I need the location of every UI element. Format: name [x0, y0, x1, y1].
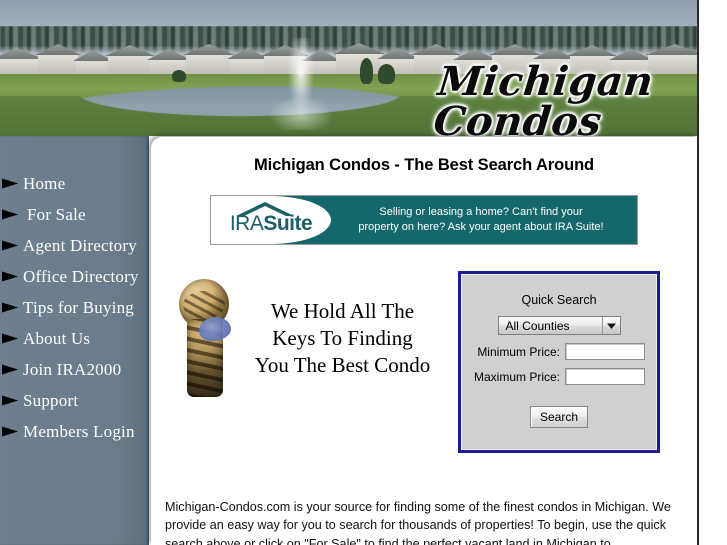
page-title: Michigan Condos - The Best Search Around [253, 156, 595, 174]
tagline-block: We Hold All The Keys To Finding You The … [165, 277, 440, 399]
sidebar-item-label: Join IRA2000 [23, 359, 122, 379]
sidebar-item-label: Office Directory [23, 266, 139, 286]
county-select-value: All Counties [505, 318, 570, 333]
sidebar-item-label: Members Login [23, 421, 135, 441]
sidebar-item-label: About Us [23, 328, 91, 348]
tagline-line-2: Keys To Finding [272, 325, 413, 350]
min-price-row: Minimum Price: [462, 343, 656, 360]
min-price-input[interactable] [565, 343, 645, 360]
sidebar-item-for-sale[interactable]: For Sale [0, 199, 149, 230]
tagline-line-3: You The Best Condo [254, 352, 431, 377]
page-frame: Michigan Condos Home For Sale Agent Dire… [0, 0, 699, 545]
sidebar-item-home[interactable]: Home [0, 168, 149, 199]
triangle-bullet-icon [2, 364, 19, 375]
sidebar-item-agent-directory[interactable]: Agent Directory [0, 230, 149, 261]
fountain [255, 38, 347, 130]
sidebar: Home For Sale Agent Directory Office Dir… [0, 136, 149, 545]
triangle-bullet-icon [2, 240, 19, 251]
promo-line-1: Selling or leasing a home? Can't find yo… [379, 206, 583, 218]
sidebar-item-label: For Sale [27, 204, 86, 224]
quick-search-box: Quick Search All Counties Minimum Price: [458, 271, 660, 453]
roof-chevron-icon [234, 201, 296, 217]
sidebar-item-about-us[interactable]: About Us [0, 323, 149, 354]
max-price-input[interactable] [565, 368, 645, 385]
sidebar-item-label: Tips for Buying [23, 297, 135, 317]
page-root: Michigan Condos Home For Sale Agent Dire… [0, 0, 727, 545]
keyhole-icon [177, 277, 235, 399]
shrub [378, 64, 395, 84]
ira-suite-promo-banner[interactable]: IRASuite Selling or leasing a home? Can'… [210, 195, 638, 245]
triangle-bullet-icon [2, 426, 19, 437]
county-select-row: All Counties [462, 316, 656, 335]
sidebar-item-support[interactable]: Support [0, 385, 149, 416]
intro-paragraph: Michigan-Condos.com is your source for f… [165, 499, 671, 545]
triangle-bullet-icon [2, 333, 19, 344]
site-logo: Michigan Condos [431, 58, 656, 136]
max-price-row: Maximum Price: [462, 368, 656, 385]
triangle-bullet-icon [2, 271, 19, 282]
triangle-bullet-icon [2, 395, 19, 406]
sidebar-item-tips-for-buying[interactable]: Tips for Buying [0, 292, 149, 323]
search-button-row: Search [462, 406, 656, 428]
triangle-bullet-icon [2, 178, 19, 189]
sidebar-item-label: Support [23, 390, 79, 410]
sidebar-item-join-ira2000[interactable]: Join IRA2000 [0, 354, 149, 385]
promo-line-2: property on here? Ask your agent about I… [358, 221, 604, 233]
sidebar-item-label: Home [23, 173, 66, 193]
ira-suite-logo: IRASuite [211, 196, 331, 244]
tagline-text: We Hold All The Keys To Finding You The … [235, 298, 440, 379]
evergreen-tree [360, 58, 373, 84]
tagline-line-1: We Hold All The [270, 298, 415, 323]
max-price-label: Maximum Price: [473, 369, 560, 384]
quick-search-title: Quick Search [521, 293, 597, 307]
sidebar-item-label: Agent Directory [23, 235, 137, 255]
header-banner: Michigan Condos [0, 0, 697, 136]
promo-message: Selling or leasing a home? Can't find yo… [331, 196, 637, 244]
sidebar-nav-list: Home For Sale Agent Directory Office Dir… [0, 136, 149, 447]
search-button[interactable]: Search [529, 406, 589, 428]
chevron-down-icon[interactable] [601, 317, 620, 334]
main-content-panel: Michigan Condos - The Best Search Around… [151, 137, 697, 545]
shrub [172, 70, 186, 82]
triangle-bullet-icon [2, 302, 19, 313]
triangle-bullet-icon [2, 209, 19, 220]
quick-search-inner: Quick Search All Counties Minimum Price: [461, 274, 657, 450]
county-select[interactable]: All Counties [497, 316, 621, 335]
min-price-label: Minimum Price: [477, 344, 560, 359]
sidebar-item-office-directory[interactable]: Office Directory [0, 261, 149, 292]
sidebar-item-members-login[interactable]: Members Login [0, 416, 149, 447]
